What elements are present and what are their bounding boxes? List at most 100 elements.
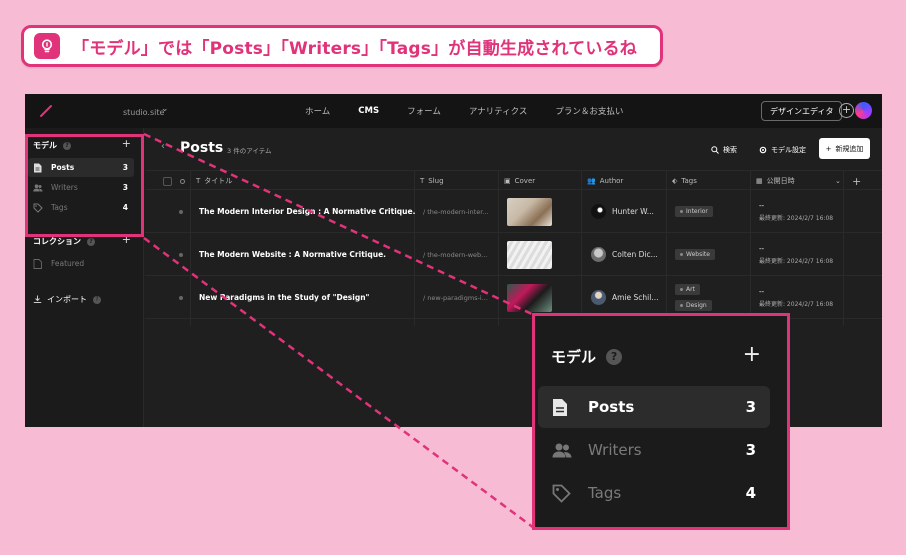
user-avatar[interactable] <box>855 102 872 119</box>
search-label: 検索 <box>723 146 737 154</box>
model-settings-label: モデル設定 <box>771 146 806 154</box>
author-name: Amie Schil... <box>612 293 659 302</box>
sidebar-item-count: 3 <box>745 398 756 416</box>
column-slug[interactable]: T Slug <box>420 171 444 191</box>
sidebar-models-highlight <box>25 134 144 237</box>
sidebar-item-count: 4 <box>745 484 756 502</box>
sidebar-item-posts[interactable]: Posts 3 <box>538 386 770 428</box>
column-label: Cover <box>514 177 536 185</box>
date-value: -- <box>759 201 765 210</box>
row-author[interactable]: Colten Dic... <box>591 233 658 276</box>
table-row[interactable]: The Modern Interior Design : A Normative… <box>145 190 882 233</box>
top-bar: studio.site ⌄ ホーム CMS フォーム アナリティクス プラン＆お… <box>25 94 882 128</box>
avatar <box>591 247 606 262</box>
top-nav: ホーム CMS フォーム アナリティクス プラン＆お支払い <box>305 94 651 128</box>
column-label: Slug <box>428 177 444 185</box>
people-icon <box>552 443 574 458</box>
row-title[interactable]: New Paradigms in the Study of "Design" <box>199 276 369 319</box>
status-dot <box>179 276 183 319</box>
models-title: モデル <box>551 348 597 366</box>
status-column-icon <box>180 171 185 191</box>
date-value: -- <box>759 287 765 296</box>
import-link[interactable]: インポート ? <box>33 294 101 305</box>
models-heading: モデル ? <box>551 346 623 367</box>
column-title[interactable]: T タイトル <box>196 171 232 191</box>
nav-cms[interactable]: CMS <box>358 106 379 116</box>
model-settings-button[interactable]: モデル設定 <box>759 145 806 155</box>
column-author[interactable]: 👥 Author <box>587 171 623 191</box>
row-tags[interactable]: Interior <box>675 190 713 233</box>
avatar <box>591 204 606 219</box>
row-date: -- 最終更新: 2024/2/7 16:08 <box>759 190 833 233</box>
column-label: タイトル <box>204 177 233 185</box>
last-updated: 最終更新: 2024/2/7 16:08 <box>759 300 834 308</box>
sidebar-item-label: Writers <box>588 441 642 459</box>
row-title[interactable]: The Modern Website : A Normative Critiqu… <box>199 233 386 276</box>
select-all-checkbox[interactable] <box>163 171 172 191</box>
back-arrow-icon[interactable]: ‹ <box>161 141 165 152</box>
help-icon[interactable]: ? <box>93 295 101 304</box>
nav-home[interactable]: ホーム <box>305 105 330 117</box>
table-row[interactable]: The Modern Website : A Normative Critiqu… <box>145 233 882 276</box>
people-icon: 👥 <box>587 177 596 185</box>
site-name[interactable]: studio.site <box>123 108 164 117</box>
document-icon <box>552 398 574 417</box>
last-updated: 最終更新: 2024/2/7 16:08 <box>759 214 834 222</box>
nav-analytics[interactable]: アナリティクス <box>469 105 528 117</box>
design-editor-button[interactable]: デザインエディタ <box>761 101 843 121</box>
table-header: T タイトル T Slug ▣ Cover 👥 Author ⬖ Tags ▦ 公開日時 ⌄… <box>145 170 882 190</box>
add-column-icon[interactable]: + <box>852 171 861 191</box>
item-count: 3 件のアイテム <box>227 147 272 155</box>
image-type-icon: ▣ <box>504 177 511 185</box>
row-tags[interactable]: Website <box>675 233 715 276</box>
nav-plan-billing[interactable]: プラン＆お支払い <box>555 105 623 117</box>
status-dot <box>179 190 183 233</box>
row-slug: / new-paradigms-i... <box>423 293 488 302</box>
column-label: Author <box>599 177 624 185</box>
nav-form[interactable]: フォーム <box>407 105 441 117</box>
row-cover[interactable] <box>507 233 552 276</box>
sidebar-item-label: Tags <box>588 484 622 502</box>
date-value: -- <box>759 244 765 253</box>
column-label: Tags <box>681 177 697 185</box>
row-author[interactable]: Hunter W... <box>591 190 654 233</box>
zoomed-models-panel: モデル ? + Posts 3 Writers 3 Tags 4 <box>532 313 790 530</box>
row-cover[interactable] <box>507 190 552 233</box>
chevron-down-icon[interactable]: ⌄ <box>161 104 169 114</box>
help-icon[interactable]: ? <box>606 348 623 365</box>
search-button[interactable]: 検索 <box>711 145 737 155</box>
row-slug: / the-modern-inter... <box>423 207 489 216</box>
sidebar-item-tags[interactable]: Tags 4 <box>538 472 770 514</box>
sidebar-item-label: Featured <box>51 259 85 268</box>
last-updated: 最終更新: 2024/2/7 16:08 <box>759 257 834 265</box>
plus-icon: + <box>825 144 832 153</box>
studio-logo-icon[interactable] <box>39 103 53 122</box>
add-item-label: 新規追加 <box>835 144 864 153</box>
search-icon <box>711 146 719 154</box>
lightbulb-icon <box>34 33 60 59</box>
column-tags[interactable]: ⬖ Tags <box>672 171 697 191</box>
sidebar-item-featured[interactable]: Featured <box>28 254 134 273</box>
calendar-icon: ▦ <box>756 177 763 185</box>
add-model-icon[interactable]: + <box>743 342 761 367</box>
row-slug: / the-modern-web... <box>423 250 488 259</box>
help-icon[interactable]: ? <box>87 237 95 246</box>
sidebar-item-writers[interactable]: Writers 3 <box>538 429 770 471</box>
add-member-icon[interactable]: + <box>839 103 854 118</box>
text-type-icon: T <box>420 177 425 185</box>
sidebar-item-count: 3 <box>745 441 756 459</box>
add-item-button[interactable]: + 新規追加 <box>819 138 870 159</box>
row-title[interactable]: The Modern Interior Design : A Normative… <box>199 190 415 233</box>
author-name: Hunter W... <box>612 207 654 216</box>
page-title: Posts <box>180 140 224 156</box>
column-cover[interactable]: ▣ Cover <box>504 171 535 191</box>
tip-callout: 「モデル」では「Posts」「Writers」「Tags」が自動生成されているね <box>21 25 663 67</box>
callout-text: 「モデル」では「Posts」「Writers」「Tags」が自動生成されているね <box>72 38 637 59</box>
sidebar-item-label: Posts <box>588 398 635 416</box>
tag-icon <box>552 484 574 503</box>
sort-chevron-icon[interactable]: ⌄ <box>835 171 841 191</box>
tag-chip: Website <box>675 249 715 260</box>
row-date: -- 最終更新: 2024/2/7 16:08 <box>759 233 833 276</box>
column-published-date[interactable]: ▦ 公開日時 <box>756 171 795 191</box>
collections-title: コレクション <box>33 237 81 246</box>
